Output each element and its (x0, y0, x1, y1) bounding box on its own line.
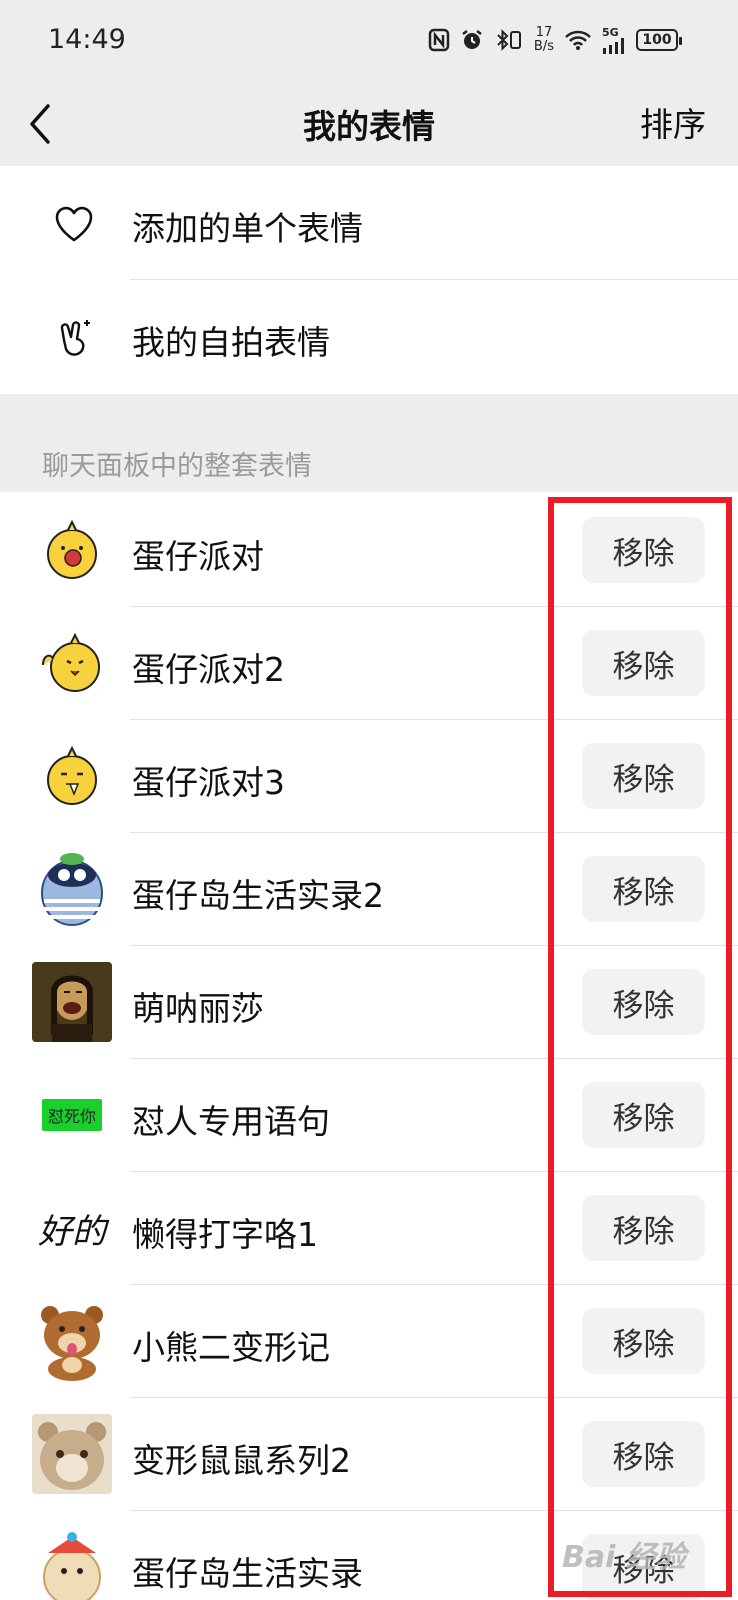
remove-button[interactable]: 移除 (582, 1195, 705, 1261)
battery-icon: 100 (636, 29, 682, 51)
section-header-label: 聊天面板中的整套表情 (42, 451, 312, 482)
sticker-pack-row[interactable]: 蛋仔岛生活实录2 移除 (0, 831, 738, 946)
bear-sticker (32, 1301, 112, 1381)
sticker-pack-name: 懒得打字咯1 (132, 1215, 318, 1254)
selfie-stickers-row[interactable]: 我的自拍表情 (0, 280, 738, 394)
yellow-chick-crying-sticker (32, 736, 112, 816)
signal-label: 5G (602, 25, 619, 39)
sticker-pack-row[interactable]: 蛋仔派对3 移除 (0, 718, 738, 833)
sticker-pack-row[interactable]: 蛋仔派对2 移除 (0, 605, 738, 720)
remove-button[interactable]: 移除 (582, 517, 705, 583)
alarm-icon (460, 28, 484, 52)
nfc-icon (428, 28, 450, 52)
sticker-pack-name: 蛋仔派对2 (132, 650, 285, 689)
status-time: 14:49 (48, 24, 126, 55)
sticker-pack-row[interactable]: 小熊二变形记 移除 (0, 1283, 738, 1398)
status-icons: 17 B/s 5G 100 (428, 22, 682, 58)
handwriting-text-label: 好的 (38, 1211, 106, 1252)
sticker-pack-name: 蛋仔派对 (132, 537, 264, 576)
nav-bar: 我的表情 排序 (0, 84, 738, 166)
remove-button[interactable]: 移除 (582, 856, 705, 922)
battery-level: 100 (642, 32, 672, 48)
bluetooth-vibrate-icon (494, 28, 524, 52)
status-bar: 14:49 17 B/s 5G 100 (0, 0, 738, 84)
sticker-pack-name: 小熊二变形记 (132, 1328, 330, 1367)
sticker-pack-row[interactable]: 好的 懒得打字咯1 移除 (0, 1170, 738, 1285)
page-title: 我的表情 (303, 107, 435, 146)
net-speed-value: 17 (535, 25, 553, 40)
watermark: Bai 经验 (562, 1540, 686, 1575)
remove-button[interactable]: 移除 (582, 743, 705, 809)
remove-button[interactable]: 移除 (582, 969, 705, 1035)
personal-stickers-section: 添加的单个表情 我的自拍表情 (0, 166, 738, 394)
sticker-pack-name: 变形鼠鼠系列2 (132, 1441, 351, 1480)
sticker-pack-row[interactable]: 怼死你 怼人专用语句 移除 (0, 1057, 738, 1172)
sticker-pack-list: 蛋仔派对 移除 蛋仔派对2 移除 蛋仔派对3 移除 蛋仔岛生活实录2 移除 萌呐… (0, 492, 738, 1600)
sticker-pack-name: 蛋仔岛生活实录2 (132, 876, 384, 915)
sort-button[interactable]: 排序 (640, 98, 706, 146)
remove-button[interactable]: 移除 (582, 1421, 705, 1487)
sticker-pack-name: 蛋仔岛生活实录 (132, 1554, 363, 1593)
green-tag-text: 怼死你 (41, 1099, 102, 1131)
remove-button[interactable]: 移除 (582, 1308, 705, 1374)
striped-eggy-sticker (32, 849, 112, 929)
mona-lisa-laugh-sticker (32, 962, 112, 1042)
signal-bars-icon (603, 37, 624, 54)
yellow-chick-wave-sticker (32, 623, 112, 703)
sticker-pack-name: 蛋仔派对3 (132, 763, 285, 802)
selfie-hand-icon (52, 316, 96, 360)
cell-signal: 5G (602, 27, 626, 54)
added-single-stickers-row[interactable]: 添加的单个表情 (0, 166, 738, 280)
sticker-pack-name: 萌呐丽莎 (132, 989, 264, 1028)
sticker-pack-row[interactable]: 蛋仔派对 移除 (0, 492, 738, 607)
remove-button[interactable]: 移除 (582, 630, 705, 696)
sticker-pack-row[interactable]: 萌呐丽莎 移除 (0, 944, 738, 1059)
remove-button[interactable]: 移除 (582, 1082, 705, 1148)
net-speed: 17 B/s (534, 26, 554, 54)
sticker-pack-name: 怼人专用语句 (132, 1102, 330, 1141)
sticker-pack-row[interactable]: 变形鼠鼠系列2 移除 (0, 1396, 738, 1511)
section-header: 聊天面板中的整套表情 (0, 394, 738, 492)
yellow-chick-sticker (32, 510, 112, 590)
eggy-hat-sticker (32, 1527, 112, 1600)
heart-icon (52, 202, 96, 246)
added-single-stickers-label: 添加的单个表情 (132, 209, 363, 248)
net-speed-unit: B/s (533, 39, 554, 54)
handwriting-text: 好的 (32, 1188, 112, 1268)
selfie-stickers-label: 我的自拍表情 (132, 323, 330, 362)
hamster-sticker (32, 1414, 112, 1494)
wifi-icon (564, 29, 592, 51)
green-text-tag: 怼死你 (32, 1075, 112, 1155)
